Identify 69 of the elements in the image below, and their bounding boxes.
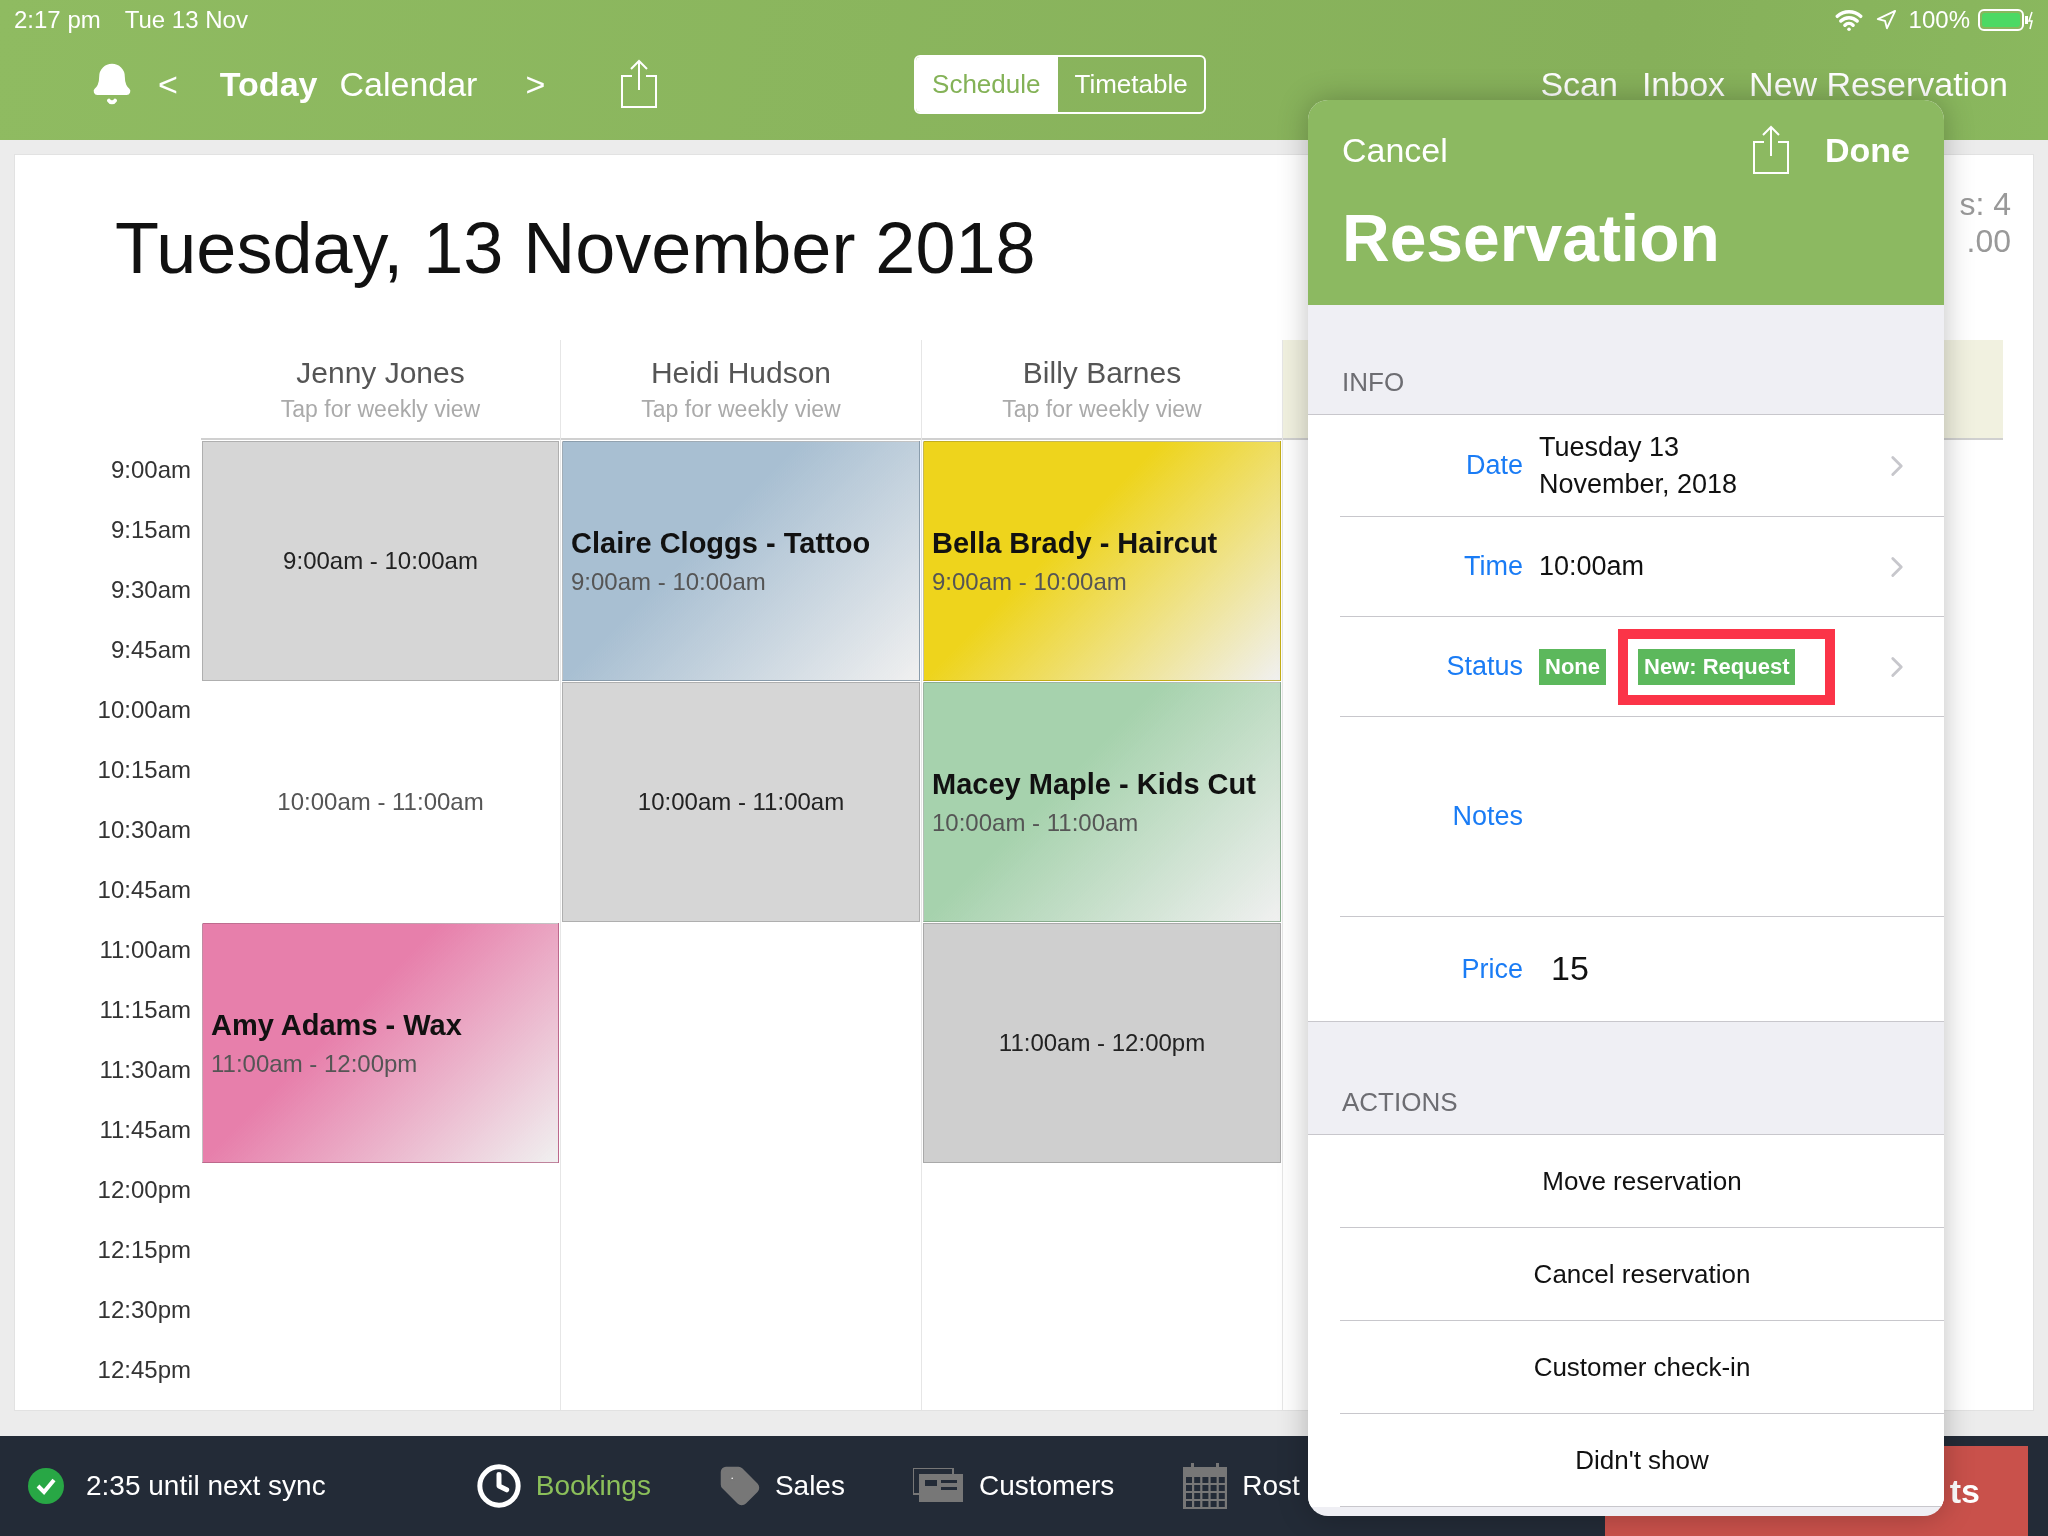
clock-time: 2:17 pm	[14, 6, 101, 34]
row-label: Notes	[1451, 801, 1523, 832]
booking-block[interactable]: Macey Maple - Kids Cut 10:00am - 11:00am	[923, 682, 1281, 922]
booking-block[interactable]: Claire Cloggs - Tattoo 9:00am - 10:00am	[562, 441, 920, 681]
time-label: 9:00am	[109, 455, 192, 485]
battery-icon	[1978, 8, 2034, 32]
time-label: 10:30am	[96, 815, 192, 845]
row-label: Time	[1463, 551, 1523, 582]
time-label: 9:30am	[109, 575, 192, 605]
booking-title: Claire Cloggs - Tattoo	[571, 526, 871, 560]
blocked-slot[interactable]: 10:00am - 11:00am	[562, 682, 920, 922]
blocked-slot[interactable]: 11:00am - 12:00pm	[923, 923, 1281, 1163]
time-label: 11:00am	[98, 935, 192, 965]
tag-icon	[718, 1465, 761, 1507]
booking-block[interactable]: Amy Adams - Wax 11:00am - 12:00pm	[202, 923, 559, 1163]
time-label: 11:15am	[98, 995, 192, 1025]
time-label: 12:30pm	[96, 1295, 192, 1325]
time-label: 9:15am	[109, 515, 192, 545]
row-label: Price	[1460, 953, 1523, 985]
slot-time: 9:00am - 10:00am	[283, 547, 478, 575]
bottom-tab[interactable]: Bookings	[475, 1463, 651, 1509]
time-label: 11:30am	[98, 1055, 192, 1085]
share-icon[interactable]	[1751, 125, 1791, 175]
battery-percent: 100%	[1908, 6, 1970, 34]
time-label: 12:15pm	[96, 1235, 192, 1265]
time-label: 10:15am	[96, 755, 192, 785]
status-badge: None	[1539, 648, 1606, 685]
bottom-tab[interactable]: Sales	[718, 1465, 845, 1507]
blocked-slot[interactable]: 9:00am - 10:00am	[202, 441, 559, 681]
status-date: Tue 13 Nov	[124, 6, 248, 34]
booking-title: Macey Maple - Kids Cut	[932, 767, 1256, 801]
row-value: Tuesday 13 November, 2018	[1539, 431, 1738, 501]
summary-text: .00	[1966, 222, 2011, 260]
row-label: Date	[1464, 450, 1523, 481]
booking-title: Bella Brady - Haircut	[932, 526, 1218, 560]
slot-time: 11:00am - 12:00pm	[998, 1029, 1206, 1057]
staff-name[interactable]: Jenny Jones	[296, 355, 465, 390]
day-title: Tuesday, 13 November 2018	[115, 206, 1036, 289]
time-label: 9:45am	[109, 635, 192, 665]
cards-icon	[912, 1468, 965, 1504]
time-label: 11:45am	[98, 1115, 192, 1145]
staff-name[interactable]: Billy Barnes	[1022, 355, 1182, 390]
row-value: 10:00am	[1539, 550, 1645, 584]
time-label: 12:00pm	[96, 1175, 192, 1205]
clock-icon	[475, 1463, 522, 1509]
booking-block[interactable]: Bella Brady - Haircut 9:00am - 10:00am	[923, 441, 1281, 681]
sync-status: 2:35 until next sync	[86, 1470, 326, 1502]
share-icon[interactable]	[619, 59, 660, 109]
price-value: 15	[1551, 948, 1589, 990]
summary-text: s: 4	[1959, 185, 2011, 223]
row-label: Status	[1445, 651, 1523, 682]
check-circle-icon	[28, 1468, 64, 1504]
staff-name[interactable]: Heidi Hudson	[650, 355, 832, 390]
booking-title: Amy Adams - Wax	[211, 1008, 462, 1042]
calendar-icon	[1182, 1462, 1229, 1510]
open-slot-time: 10:00am - 11:00am	[277, 788, 484, 816]
bottom-tab[interactable]: Rost	[1182, 1462, 1300, 1510]
status-badge: New: Request	[1638, 648, 1796, 685]
booking-time: 11:00am - 12:00pm	[211, 1049, 418, 1078]
location-icon	[1874, 9, 1897, 31]
booking-time: 9:00am - 10:00am	[571, 567, 766, 596]
bottom-tab[interactable]: Customers	[912, 1468, 1115, 1504]
slot-time: 10:00am - 11:00am	[637, 788, 845, 816]
popover-title: Reservation	[1342, 200, 1721, 276]
booking-time: 9:00am - 10:00am	[932, 567, 1127, 596]
time-label: 12:45pm	[96, 1355, 192, 1385]
time-label: 10:00am	[96, 695, 192, 725]
booking-time: 10:00am - 11:00am	[932, 808, 1139, 837]
time-label: 10:45am	[96, 875, 192, 905]
